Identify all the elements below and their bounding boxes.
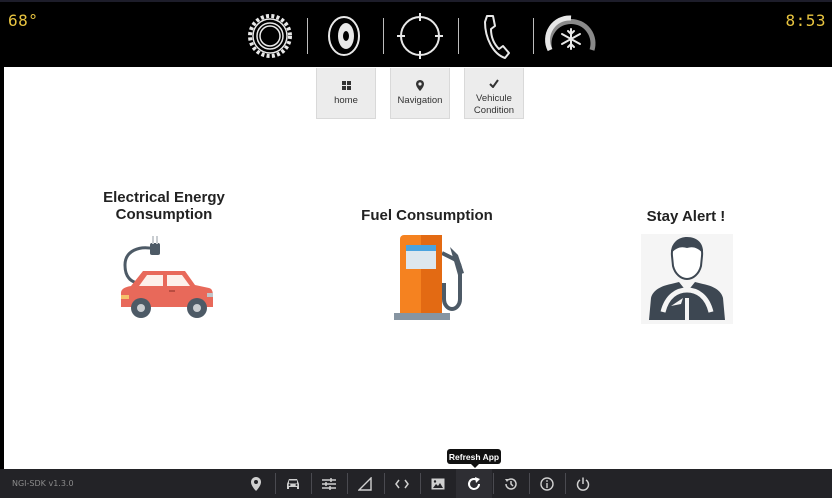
- main-content-area: home Navigation Vehicule Condition Elect…: [4, 67, 832, 469]
- target-crosshair-icon[interactable]: [393, 10, 447, 62]
- settings-gear-icon[interactable]: [243, 10, 297, 62]
- image-icon[interactable]: [420, 469, 456, 498]
- top-separator: [307, 18, 308, 54]
- nav-home-label: home: [334, 95, 358, 106]
- bottom-toolbar: NGI-SDK v1.3.0: [0, 469, 832, 498]
- electric-car-icon[interactable]: [119, 235, 215, 326]
- refresh-app-tooltip: Refresh App: [447, 449, 501, 468]
- history-icon[interactable]: [493, 469, 529, 498]
- power-icon[interactable]: [565, 469, 601, 498]
- nav-vehicle-condition-button[interactable]: Vehicule Condition: [464, 68, 524, 119]
- media-disc-icon[interactable]: [317, 10, 371, 62]
- grid-icon: [341, 79, 351, 91]
- nav-vehicle-condition-label: Vehicule Condition: [473, 93, 515, 116]
- stay-alert-title: Stay Alert !: [646, 208, 726, 225]
- sliders-icon[interactable]: [311, 469, 347, 498]
- nav-home-button[interactable]: home: [316, 68, 376, 119]
- location-icon[interactable]: [238, 469, 274, 498]
- map-pin-icon: [416, 79, 424, 91]
- temperature-readout: 68°: [8, 11, 39, 30]
- code-icon[interactable]: [384, 469, 420, 498]
- fuel-consumption-title: Fuel Consumption: [361, 207, 493, 224]
- fuel-pump-icon[interactable]: [392, 233, 470, 328]
- driver-icon[interactable]: [641, 234, 733, 329]
- top-separator: [533, 18, 534, 54]
- top-separator: [458, 18, 459, 54]
- refresh-icon[interactable]: [456, 469, 492, 498]
- car-icon[interactable]: [275, 469, 311, 498]
- nav-navigation-label: Navigation: [397, 95, 443, 106]
- nav-navigation-button[interactable]: Navigation: [390, 68, 450, 119]
- electrical-energy-title: Electrical Energy Consumption: [103, 189, 225, 223]
- signal-icon[interactable]: [347, 469, 383, 498]
- sdk-version-label: NGI-SDK v1.3.0: [12, 479, 74, 488]
- info-icon[interactable]: [529, 469, 565, 498]
- clock-readout: 8:53: [785, 11, 826, 30]
- climate-fan-icon[interactable]: [544, 10, 598, 62]
- phone-icon[interactable]: [468, 10, 522, 62]
- top-separator: [383, 18, 384, 54]
- checkmark-icon: [489, 77, 499, 89]
- top-status-bar: 68° 8:53: [0, 0, 832, 67]
